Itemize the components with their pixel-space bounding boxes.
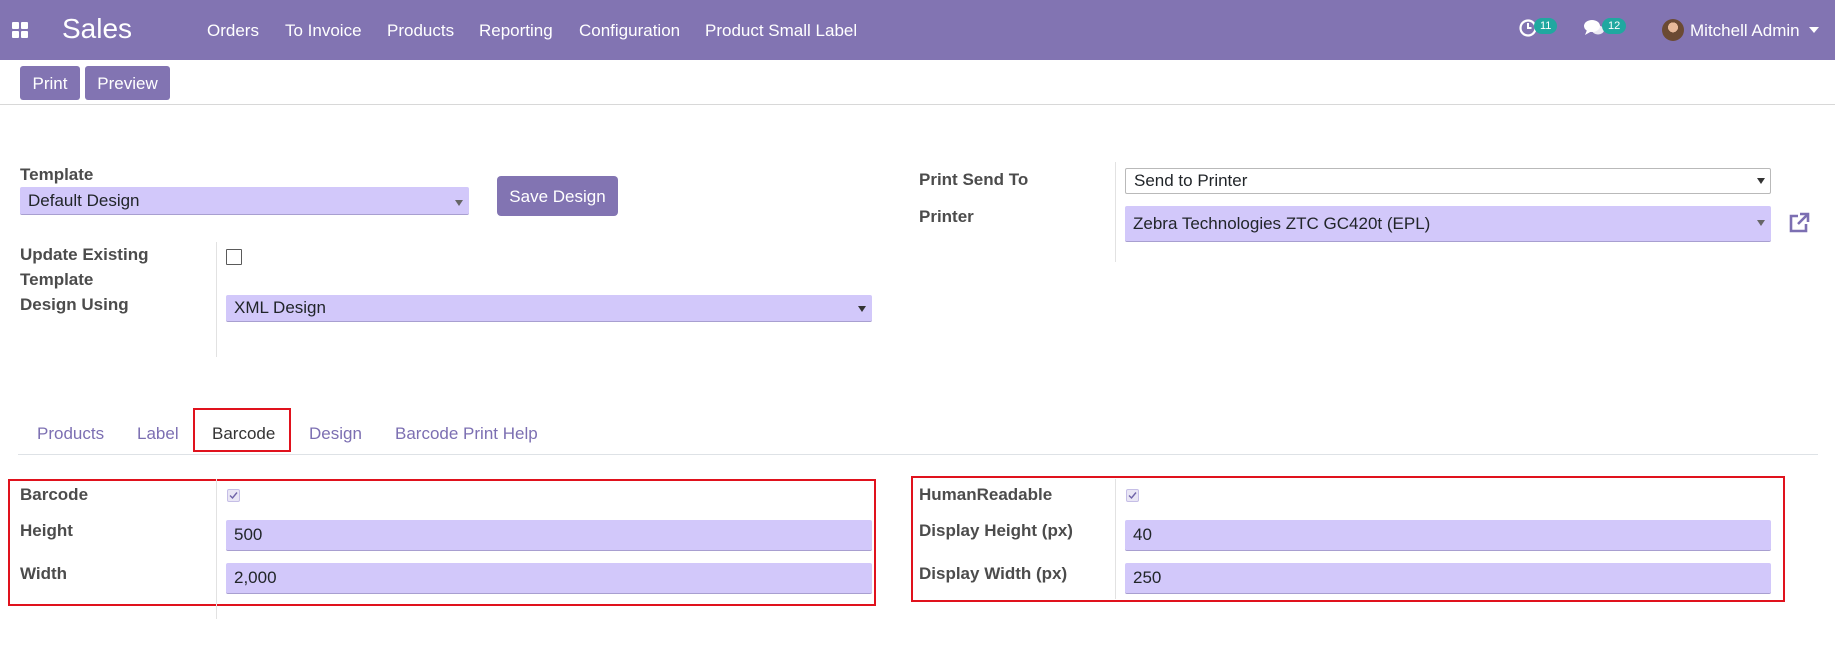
barcode-label: Barcode bbox=[20, 485, 89, 504]
menu-products[interactable]: Products bbox=[387, 21, 454, 41]
width-input[interactable]: 2,000 bbox=[226, 563, 872, 594]
print-send-to-dropdown-icon[interactable] bbox=[1757, 178, 1765, 184]
tab-design[interactable]: Design bbox=[309, 424, 362, 444]
printer-value: Zebra Technologies ZTC GC420t (EPL) bbox=[1133, 213, 1431, 233]
display-height-value: 40 bbox=[1133, 525, 1152, 544]
design-using-value: XML Design bbox=[234, 298, 326, 317]
menu-reporting[interactable]: Reporting bbox=[479, 21, 553, 41]
update-existing-template-checkbox[interactable] bbox=[226, 249, 242, 265]
printer-select[interactable]: Zebra Technologies ZTC GC420t (EPL) bbox=[1125, 206, 1771, 242]
menu-orders[interactable]: Orders bbox=[207, 21, 259, 41]
template-dropdown-icon[interactable] bbox=[455, 200, 463, 206]
form-divider-right bbox=[1115, 162, 1116, 262]
apps-grid-icon[interactable] bbox=[12, 22, 28, 38]
human-readable-checkbox[interactable] bbox=[1126, 489, 1139, 502]
tabs-underline bbox=[18, 454, 1818, 455]
save-design-button[interactable]: Save Design bbox=[497, 176, 618, 216]
template-select[interactable]: Default Design bbox=[20, 187, 469, 215]
activity-count-badge: 11 bbox=[1534, 18, 1558, 34]
caret-down-icon[interactable] bbox=[1809, 27, 1819, 33]
tab-label[interactable]: Label bbox=[137, 424, 179, 444]
printer-dropdown-icon[interactable] bbox=[1757, 220, 1765, 226]
display-height-input[interactable]: 40 bbox=[1125, 520, 1771, 551]
height-input[interactable]: 500 bbox=[226, 520, 872, 551]
human-readable-label: HumanReadable bbox=[919, 485, 1053, 504]
barcode-divider-right bbox=[1115, 479, 1116, 599]
tab-barcode[interactable]: Barcode bbox=[212, 424, 275, 444]
print-button[interactable]: Print bbox=[20, 66, 80, 100]
control-panel-divider bbox=[0, 104, 1835, 105]
design-using-label: Design Using bbox=[20, 295, 129, 314]
update-existing-template-label-line2: Template bbox=[20, 270, 94, 289]
design-using-select[interactable]: XML Design bbox=[226, 295, 872, 322]
preview-button[interactable]: Preview bbox=[85, 66, 170, 100]
app-title[interactable]: Sales bbox=[62, 13, 132, 45]
tab-barcode-print-help[interactable]: Barcode Print Help bbox=[395, 424, 538, 444]
display-width-label: Display Width (px) bbox=[919, 564, 1068, 583]
template-label: Template bbox=[20, 165, 94, 184]
design-using-dropdown-icon[interactable] bbox=[858, 306, 866, 312]
barcode-checkbox[interactable] bbox=[227, 489, 240, 502]
external-link-icon[interactable] bbox=[1786, 210, 1812, 236]
template-select-value: Default Design bbox=[28, 190, 140, 210]
messages-count-badge: 12 bbox=[1602, 18, 1627, 34]
menu-configuration[interactable]: Configuration bbox=[579, 21, 680, 41]
user-avatar[interactable] bbox=[1662, 19, 1684, 41]
display-height-label: Display Height (px) bbox=[919, 521, 1073, 540]
height-value: 500 bbox=[234, 525, 263, 544]
display-width-value: 250 bbox=[1133, 568, 1162, 587]
tab-products[interactable]: Products bbox=[37, 424, 104, 444]
print-send-to-select[interactable]: Send to Printer bbox=[1125, 168, 1771, 194]
display-width-input[interactable]: 250 bbox=[1125, 563, 1771, 594]
top-navbar: Sales Orders To Invoice Products Reporti… bbox=[0, 0, 1835, 60]
print-send-to-value: Send to Printer bbox=[1134, 171, 1248, 190]
menu-to-invoice[interactable]: To Invoice bbox=[285, 21, 362, 41]
height-label: Height bbox=[20, 521, 73, 540]
user-name[interactable]: Mitchell Admin bbox=[1690, 21, 1800, 41]
printer-label: Printer bbox=[919, 207, 974, 226]
print-send-to-label: Print Send To bbox=[919, 170, 1029, 189]
width-label: Width bbox=[20, 564, 68, 583]
update-existing-template-label-line1: Update Existing bbox=[20, 245, 149, 264]
form-divider-left bbox=[216, 242, 217, 357]
width-value: 2,000 bbox=[234, 568, 277, 587]
barcode-divider-left bbox=[216, 479, 217, 619]
menu-product-small-label[interactable]: Product Small Label bbox=[705, 21, 857, 41]
